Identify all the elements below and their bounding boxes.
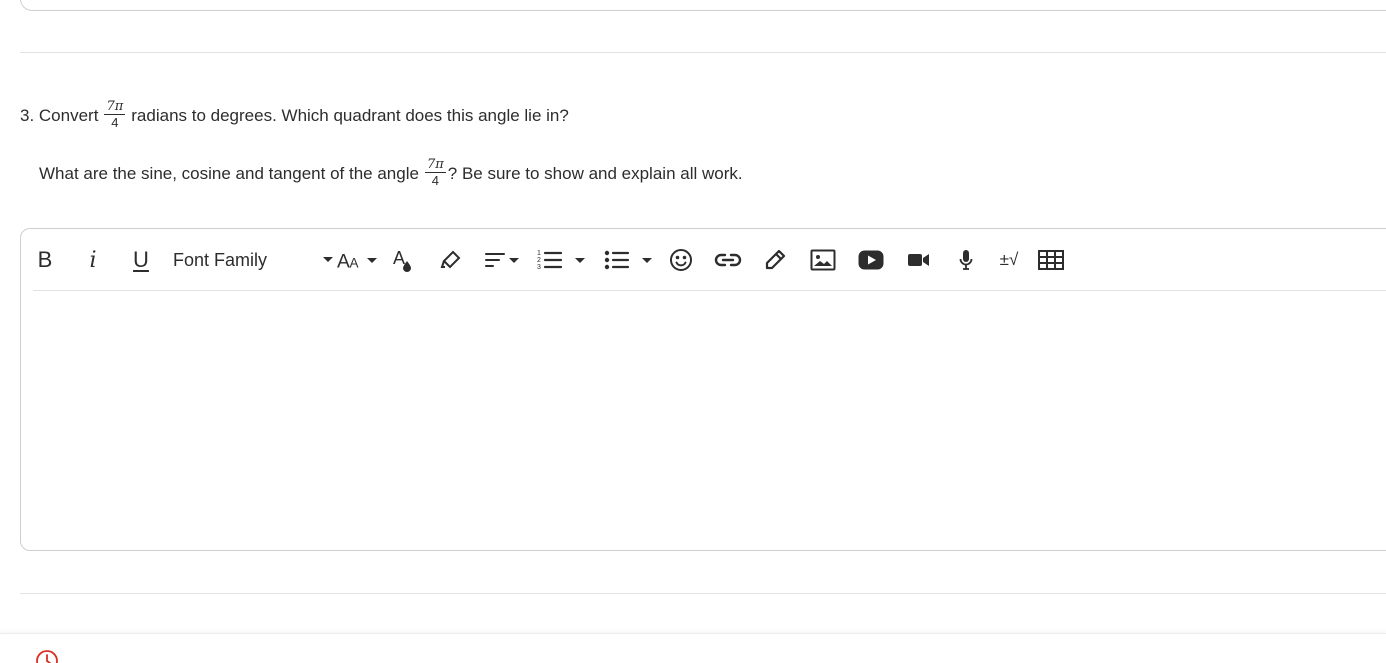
- underline-button[interactable]: U: [129, 245, 153, 275]
- chevron-down-icon: [367, 257, 377, 263]
- text-color-icon: A: [393, 248, 411, 272]
- insert-table-button[interactable]: [1037, 245, 1065, 275]
- question-prefix: 3. Convert: [20, 106, 99, 125]
- previous-answer-box: [20, 0, 1386, 11]
- text-color-button[interactable]: A: [390, 245, 418, 275]
- italic-icon: i: [89, 247, 97, 273]
- fraction-7pi-over-4: 7π 4: [104, 98, 126, 130]
- highlight-icon: [440, 250, 461, 269]
- divider-bottom: [20, 593, 1386, 594]
- link-button[interactable]: [713, 245, 743, 275]
- youtube-icon: [858, 250, 884, 270]
- chevron-down-icon: [575, 257, 585, 263]
- footer-bar: [0, 633, 1386, 663]
- question-line2-prefix: What are the sine, cosine and tangent of…: [39, 164, 419, 183]
- record-video-button[interactable]: [905, 245, 933, 275]
- record-audio-button[interactable]: [953, 245, 979, 275]
- align-button[interactable]: [481, 245, 521, 275]
- editor-toolbar: B i U Font Family A A A 1 2 3 ±√: [33, 229, 1386, 291]
- answer-editor: B i U Font Family A A A 1 2 3 ±√: [20, 228, 1386, 551]
- pencil-icon: [765, 249, 786, 270]
- link-icon: [714, 253, 742, 267]
- numbered-list-button[interactable]: 1 2 3: [533, 245, 589, 275]
- svg-text:A: A: [393, 248, 405, 268]
- fraction-denominator: 4: [111, 114, 119, 130]
- image-icon: [810, 249, 836, 271]
- font-size-icon: A A: [337, 252, 359, 270]
- emoji-button[interactable]: [667, 245, 695, 275]
- microphone-icon: [959, 250, 973, 270]
- question-line2-suffix: ? Be sure to show and explain all work.: [447, 164, 743, 183]
- svg-text:1: 1: [537, 250, 541, 257]
- bullet-list-icon: [604, 250, 630, 270]
- timer-button[interactable]: [35, 649, 59, 663]
- font-family-select[interactable]: Font Family: [173, 245, 333, 275]
- highlight-button[interactable]: [437, 245, 465, 275]
- math-equation-button[interactable]: ±√: [995, 245, 1023, 275]
- chevron-down-icon: [642, 257, 652, 263]
- bullet-list-button[interactable]: [599, 245, 657, 275]
- youtube-button[interactable]: [856, 245, 886, 275]
- insert-image-button[interactable]: [808, 245, 838, 275]
- editor-content-area[interactable]: [21, 291, 1386, 550]
- fraction-numerator: 7π: [104, 98, 126, 115]
- clock-icon: [36, 650, 58, 663]
- emoji-icon: [670, 249, 692, 271]
- font-size-button[interactable]: A A: [337, 245, 377, 275]
- draw-button[interactable]: [761, 245, 789, 275]
- numbered-list-icon: 1 2 3: [537, 250, 563, 271]
- chevron-down-icon: [508, 257, 519, 263]
- bold-icon: B: [37, 247, 53, 272]
- question-line-2: What are the sine, cosine and tangent of…: [39, 154, 743, 194]
- align-icon: [484, 253, 505, 267]
- svg-text:A: A: [350, 256, 359, 270]
- question-suffix: radians to degrees. Which quadrant does …: [131, 106, 569, 125]
- svg-text:2: 2: [537, 257, 541, 264]
- underline-icon: U: [133, 247, 149, 272]
- page: 3. Convert 7π 4 radians to degrees. Whic…: [0, 0, 1386, 663]
- svg-text:3: 3: [537, 264, 541, 271]
- fraction-numerator: 7π: [424, 156, 446, 173]
- fraction-7pi-over-4: 7π 4: [424, 156, 446, 188]
- table-icon: [1038, 250, 1064, 270]
- divider-top: [20, 52, 1386, 53]
- fraction-denominator: 4: [431, 172, 439, 188]
- video-icon: [908, 254, 929, 266]
- bold-button[interactable]: B: [33, 245, 57, 275]
- math-icon: ±√: [999, 250, 1019, 269]
- chevron-down-icon: [323, 257, 333, 262]
- question-line-1: 3. Convert 7π 4 radians to degrees. Whic…: [20, 96, 569, 136]
- font-family-label: Font Family: [173, 249, 268, 270]
- svg-text:A: A: [337, 252, 350, 270]
- italic-button[interactable]: i: [81, 245, 105, 275]
